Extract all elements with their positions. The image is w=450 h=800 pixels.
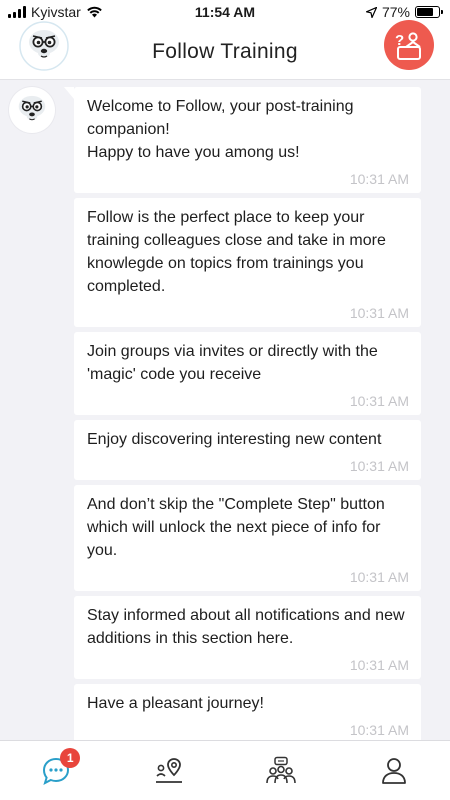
message-time: 10:31 AM xyxy=(349,458,409,474)
status-bar: Kyivstar 11:54 AM 77% xyxy=(0,0,450,24)
message-time: 10:31 AM xyxy=(349,569,409,585)
message-text: Follow is the perfect place to keep your… xyxy=(87,209,386,295)
message-text: Welcome to Follow, your post-training co… xyxy=(87,98,354,161)
help-question-icon: ? xyxy=(395,32,421,60)
message-bubble: Follow is the perfect place to keep your… xyxy=(74,198,421,327)
page-title: Follow Training xyxy=(152,39,298,63)
route-pin-icon xyxy=(155,757,182,783)
status-right: 77% xyxy=(365,4,443,20)
message-time: 10:31 AM xyxy=(349,393,409,409)
notification-badge: 1 xyxy=(60,747,81,768)
message-bubble: Stay informed about all notifications an… xyxy=(74,596,421,679)
chat-area[interactable]: Welcome to Follow, your post-training co… xyxy=(0,81,450,740)
message-bubble: Welcome to Follow, your post-training co… xyxy=(64,87,421,193)
message-time: 10:31 AM xyxy=(349,722,409,738)
message-list: Welcome to Follow, your post-training co… xyxy=(64,87,421,740)
location-arrow-icon xyxy=(365,6,377,18)
carrier-label: Kyivstar xyxy=(31,4,81,20)
bear-mascot-icon xyxy=(9,87,55,133)
signal-icon xyxy=(8,6,26,18)
message-bubble: Have a pleasant journey! 10:31 AM xyxy=(74,684,421,740)
battery-icon xyxy=(415,6,443,18)
message-text: Stay informed about all notifications an… xyxy=(87,607,405,647)
message-time: 10:31 AM xyxy=(349,305,409,321)
bot-avatar xyxy=(9,87,55,133)
message-time: 10:31 AM xyxy=(349,657,409,673)
profile-icon xyxy=(381,757,406,784)
app-header: Follow Training ? xyxy=(0,20,450,80)
message-bubble: Join groups via invites or directly with… xyxy=(74,332,421,415)
message-text: And don’t skip the "Complete Step" butto… xyxy=(87,496,385,559)
tab-chat[interactable]: 1 xyxy=(26,746,86,796)
tab-journey[interactable] xyxy=(139,746,199,796)
message-time: 10:31 AM xyxy=(349,171,409,187)
message-text: Join groups via invites or directly with… xyxy=(87,343,378,383)
tab-profile[interactable] xyxy=(364,746,424,796)
tab-bar: 1 xyxy=(0,740,450,800)
battery-fill xyxy=(417,8,434,16)
wifi-icon xyxy=(86,6,102,18)
tab-groups[interactable] xyxy=(251,746,311,796)
message-bubble: And don’t skip the "Complete Step" butto… xyxy=(74,485,421,591)
message-text: Enjoy discovering interesting new conten… xyxy=(87,431,382,448)
group-icon xyxy=(266,756,297,783)
help-button[interactable]: ? xyxy=(384,20,434,70)
message-bubble: Enjoy discovering interesting new conten… xyxy=(74,420,421,480)
bear-mascot-icon[interactable] xyxy=(18,20,70,72)
status-left: Kyivstar xyxy=(8,4,103,20)
battery-percent: 77% xyxy=(381,4,410,20)
message-text: Have a pleasant journey! xyxy=(87,695,264,712)
